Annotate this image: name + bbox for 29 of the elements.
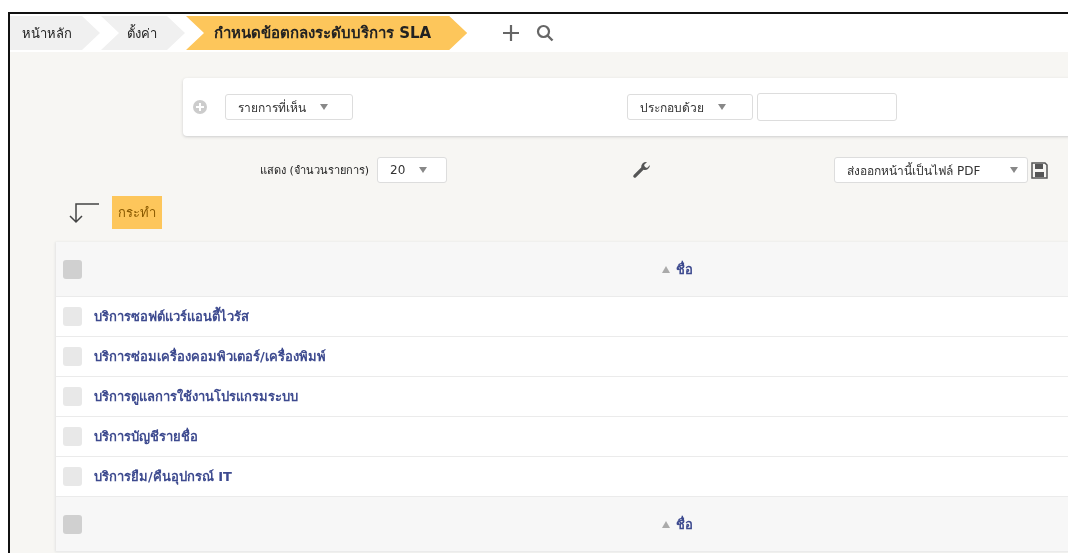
- dropdown-caret-icon: [419, 167, 428, 173]
- page-size-label: แสดง (จำนวนรายการ): [260, 163, 370, 179]
- breadcrumb-item[interactable]: ตั้งค่า: [101, 16, 185, 50]
- operator-select[interactable]: ประกอบด้วย: [627, 94, 753, 120]
- wrench-icon[interactable]: [632, 160, 653, 180]
- page-size-select[interactable]: 20: [377, 157, 448, 183]
- service-name-link[interactable]: บริการซอฟต์แวร์แอนตี้ไวรัส: [94, 306, 249, 327]
- service-name-link[interactable]: บริการบัญชีรายชื่อ: [94, 426, 198, 447]
- dropdown-caret-icon: [320, 104, 328, 110]
- checkbox[interactable]: [63, 259, 82, 279]
- add-icon[interactable]: [502, 24, 521, 42]
- column-select[interactable]: รายการที่เห็น: [225, 94, 353, 120]
- sort-up-icon[interactable]: [662, 520, 670, 528]
- breadcrumb-item[interactable]: หน้าหลัก: [10, 16, 100, 50]
- export-select[interactable]: ส่งออกหน้านี้เป็นไฟล์ PDF: [834, 157, 1029, 183]
- action-button[interactable]: กระทำ: [112, 195, 162, 229]
- search-icon[interactable]: [536, 24, 555, 42]
- checkbox[interactable]: [63, 514, 82, 534]
- column-header[interactable]: ชื่อ: [676, 513, 693, 535]
- breadcrumb-item[interactable]: กำหนดข้อตกลงระดับบริการ SLA: [186, 16, 468, 50]
- service-name-link[interactable]: บริการซ่อมเครื่องคอมพิวเตอร์/เครื่องพิมพ์: [94, 346, 326, 367]
- filter-input[interactable]: [757, 93, 897, 121]
- dropdown-caret-icon: [1010, 167, 1019, 173]
- column-header[interactable]: ชื่อ: [676, 258, 693, 280]
- sort-up-icon[interactable]: [662, 265, 670, 273]
- service-name-link[interactable]: บริการดูแลการใช้งานโปรแกรมระบบ: [94, 386, 298, 407]
- dropdown-caret-icon: [718, 104, 726, 110]
- service-name-link[interactable]: บริการยืม/คืนอุปกรณ์ IT: [94, 466, 232, 487]
- save-icon[interactable]: [1031, 161, 1049, 179]
